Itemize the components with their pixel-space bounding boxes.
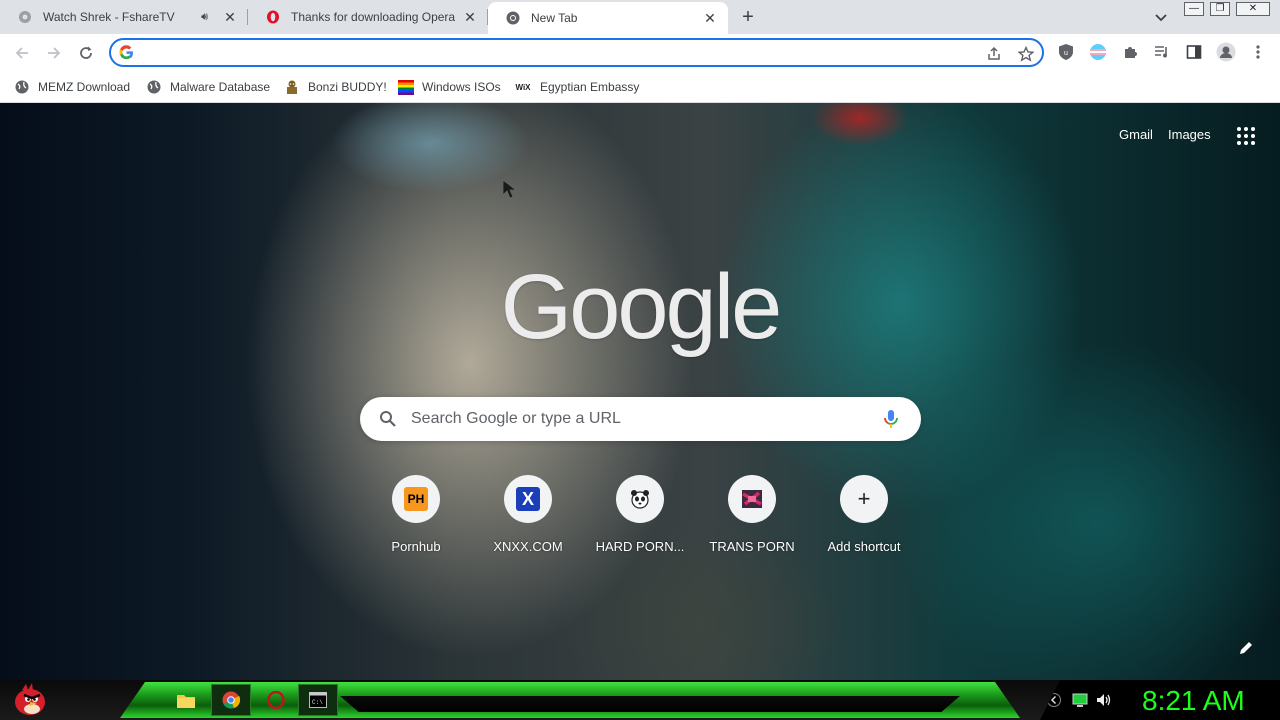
ublock-icon[interactable]: u: [1056, 42, 1076, 62]
gmail-link[interactable]: Gmail: [1119, 127, 1153, 142]
search-input[interactable]: [411, 409, 871, 429]
shortcut-label: Pornhub: [391, 539, 441, 554]
customize-pencil-icon[interactable]: [1238, 640, 1258, 660]
taskbar-inner-band: [340, 696, 960, 712]
tab-new-tab[interactable]: New Tab ✕: [488, 2, 728, 34]
bookmark-label: Windows ISOs: [422, 80, 501, 94]
taskbar-file-explorer-icon[interactable]: [166, 684, 206, 716]
restore-button[interactable]: ❐: [1210, 2, 1230, 16]
google-g-icon: [119, 45, 134, 60]
taskbar-chrome-icon[interactable]: [211, 684, 251, 716]
menu-dots-icon[interactable]: [1248, 42, 1268, 62]
tab-fsharetv[interactable]: Watch Shrek - FshareTV 🔊︎ ✕: [0, 0, 248, 34]
minimize-button[interactable]: —: [1184, 2, 1204, 16]
shortcut-label: Add shortcut: [827, 539, 901, 554]
svg-text:C:\: C:\: [312, 699, 323, 706]
voice-search-mic-icon[interactable]: [883, 409, 899, 429]
images-link[interactable]: Images: [1168, 127, 1211, 142]
close-tab-icon[interactable]: ✕: [222, 9, 238, 25]
google-logo: Google: [500, 256, 783, 358]
shortcut-tile: PH: [392, 475, 440, 523]
tab-title: New Tab: [531, 11, 578, 25]
shortcut-pornhub[interactable]: PH Pornhub: [360, 475, 472, 565]
google-search-box[interactable]: [360, 397, 921, 441]
forward-arrow-icon: [48, 47, 61, 59]
bookmark-label: MEMZ Download: [38, 80, 131, 94]
wix-icon: WiX: [515, 82, 531, 92]
new-tab-page: Gmail Images Google PH Pornhub X XNXX.CO…: [0, 103, 1280, 680]
shortcut-hard-porn[interactable]: HARD PORN...: [584, 475, 696, 565]
shortcut-tile: +: [840, 475, 888, 523]
toolbar: u: [0, 34, 1280, 71]
bookmark-label: Bonzi BUDDY!: [308, 80, 387, 94]
trans-porn-icon: [740, 487, 764, 511]
reload-button[interactable]: [74, 41, 98, 65]
address-input[interactable]: [143, 43, 963, 62]
opera-icon: [266, 10, 280, 24]
bonzi-icon: [284, 79, 300, 95]
bookmark-bonzi-buddy[interactable]: Bonzi BUDDY!: [284, 76, 387, 98]
shortcut-xnxx[interactable]: X XNXX.COM: [472, 475, 584, 565]
tab-search-chevron-icon[interactable]: [1152, 8, 1170, 26]
shortcut-tile: X: [504, 475, 552, 523]
reload-icon: [80, 46, 92, 59]
tab-title: Thanks for downloading Opera: [291, 10, 456, 24]
shortcut-tile: [616, 475, 664, 523]
search-icon: [379, 410, 397, 428]
taskbar-clock[interactable]: 8:21 AM: [1142, 685, 1245, 717]
tab-opera[interactable]: Thanks for downloading Opera ✕: [248, 0, 488, 34]
close-window-button[interactable]: ✕: [1236, 2, 1270, 16]
network-monitor-icon[interactable]: [1072, 692, 1088, 708]
panda-icon: [628, 487, 652, 511]
fsharetv-icon: [18, 10, 32, 24]
profile-avatar-icon[interactable]: [1216, 42, 1236, 62]
mouse-cursor-icon: [502, 179, 520, 201]
taskbar: C:\ 8:21 AM: [0, 680, 1280, 720]
globe-icon: [14, 79, 30, 95]
globe-icon: [146, 79, 162, 95]
back-button[interactable]: [10, 41, 34, 65]
bookmark-memz[interactable]: MEMZ Download: [14, 76, 130, 98]
shortcut-label: HARD PORN...: [595, 539, 685, 554]
bookmark-windows-isos[interactable]: Windows ISOs: [398, 76, 501, 98]
back-arrow-icon: [15, 47, 28, 59]
xnxx-icon: X: [516, 487, 540, 511]
new-tab-button[interactable]: +: [737, 7, 759, 29]
svg-text:u: u: [1064, 50, 1068, 57]
tab-strip: Watch Shrek - FshareTV 🔊︎ ✕ Thanks for d…: [0, 0, 1280, 34]
shortcut-trans-porn[interactable]: TRANS PORN: [696, 475, 808, 565]
media-controls-icon[interactable]: [1152, 42, 1172, 62]
shortcut-tile: [728, 475, 776, 523]
plus-icon: +: [857, 486, 871, 511]
speaker-icon[interactable]: 🔊︎: [201, 11, 208, 24]
volume-speaker-icon[interactable]: [1096, 692, 1112, 708]
shortcut-label: TRANS PORN: [709, 539, 795, 554]
pornhub-icon: PH: [404, 487, 428, 511]
add-shortcut-button[interactable]: + Add shortcut: [808, 475, 920, 565]
bookmark-star-icon[interactable]: [1017, 45, 1035, 63]
google-apps-icon[interactable]: [1237, 127, 1255, 145]
extension-flag-icon[interactable]: [1088, 42, 1108, 62]
bookmark-label: Malware Database: [170, 80, 271, 94]
share-icon[interactable]: [985, 45, 1003, 63]
side-panel-icon[interactable]: [1184, 42, 1204, 62]
shortcut-label: XNXX.COM: [493, 539, 563, 554]
show-hidden-icons-chevron-icon[interactable]: [1046, 692, 1062, 708]
windows-flag-icon: [398, 79, 414, 95]
chrome-icon: [506, 11, 520, 25]
taskbar-cmd-icon[interactable]: C:\: [298, 684, 338, 716]
start-button-angry-bird-icon[interactable]: [8, 682, 48, 718]
bookmark-label: Egyptian Embassy: [540, 80, 640, 94]
bookmark-malware-database[interactable]: Malware Database: [146, 76, 270, 98]
bookmarks-bar: MEMZ Download Malware Database Bonzi BUD…: [0, 71, 1280, 103]
extensions-puzzle-icon[interactable]: [1120, 42, 1140, 62]
address-bar[interactable]: [109, 38, 1044, 67]
forward-button[interactable]: [42, 41, 66, 65]
tab-title: Watch Shrek - FshareTV: [43, 10, 175, 24]
close-tab-icon[interactable]: ✕: [462, 9, 478, 25]
bookmark-egyptian-embassy[interactable]: WiX Egyptian Embassy: [514, 76, 639, 98]
taskbar-opera-icon[interactable]: [256, 684, 296, 716]
close-tab-icon[interactable]: ✕: [702, 10, 718, 26]
